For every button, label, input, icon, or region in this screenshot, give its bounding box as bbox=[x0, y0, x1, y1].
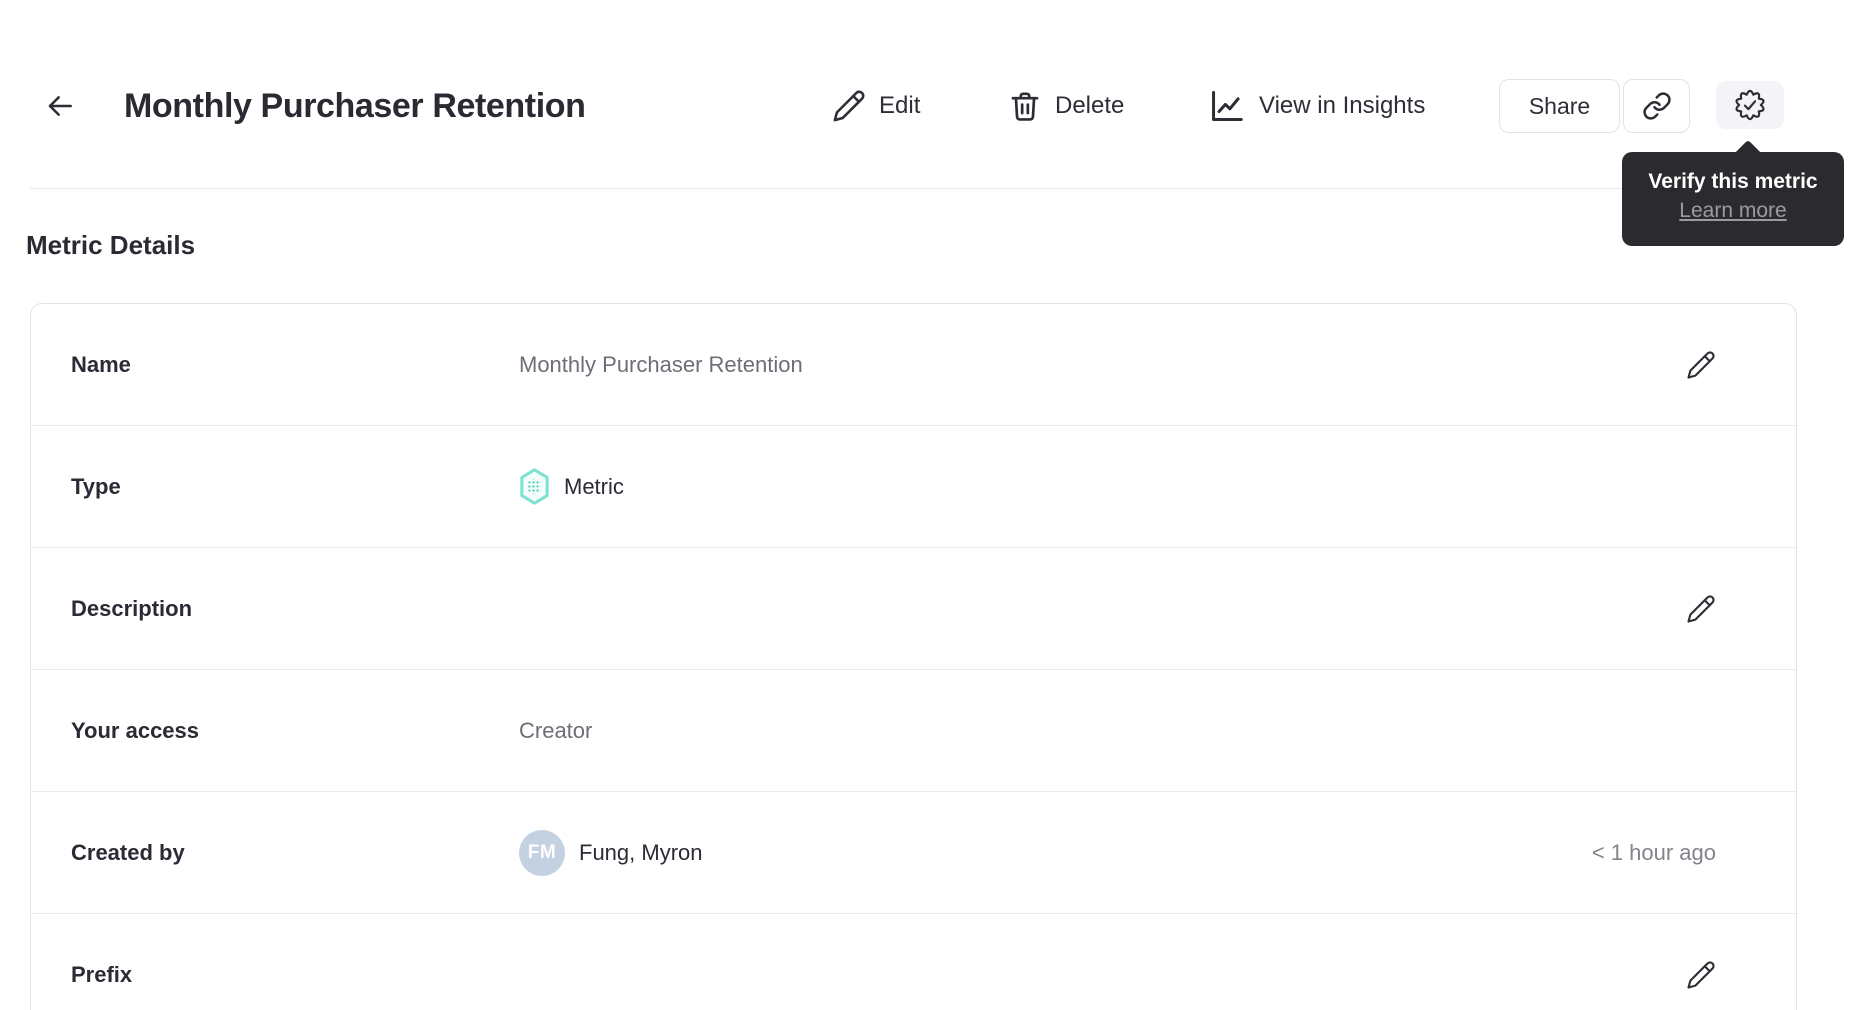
edit-description-button[interactable] bbox=[1686, 594, 1716, 624]
pencil-icon bbox=[833, 90, 865, 122]
avatar: FM bbox=[519, 829, 565, 876]
arrow-left-icon bbox=[48, 96, 72, 116]
page-title: Monthly Purchaser Retention bbox=[124, 87, 586, 125]
copy-link-button[interactable] bbox=[1623, 79, 1690, 133]
created-by-value: Fung, Myron bbox=[579, 839, 703, 865]
metric-type-value: Metric bbox=[564, 473, 624, 499]
header-divider bbox=[30, 188, 1820, 189]
verify-tooltip: Verify this metric Learn more bbox=[1622, 139, 1844, 246]
edit-button[interactable]: Edit bbox=[832, 86, 920, 126]
view-in-insights-label: View in Insights bbox=[1259, 92, 1426, 119]
edit-name-button[interactable] bbox=[1686, 350, 1716, 380]
row-your-access-label: Your access bbox=[71, 717, 200, 743]
your-access-value: Creator bbox=[519, 717, 593, 743]
row-your-access: Your access Creator bbox=[31, 670, 1796, 792]
row-description-label: Description bbox=[71, 595, 193, 621]
share-button[interactable]: Share bbox=[1499, 79, 1620, 133]
share-label: Share bbox=[1528, 92, 1591, 119]
metric-details-page: Monthly Purchaser Retention Edit Delete … bbox=[0, 0, 1850, 1010]
verified-badge-icon bbox=[1735, 89, 1765, 121]
row-description: Description bbox=[31, 548, 1796, 670]
verify-metric-button[interactable] bbox=[1716, 81, 1784, 129]
metric-hexagon-icon bbox=[520, 468, 549, 505]
row-created-by-label: Created by bbox=[71, 839, 185, 865]
back-button[interactable] bbox=[38, 84, 82, 128]
row-name: Name Monthly Purchaser Retention bbox=[31, 304, 1796, 426]
section-title: Metric Details bbox=[26, 230, 196, 260]
edit-prefix-button[interactable] bbox=[1686, 960, 1716, 990]
pencil-icon bbox=[1687, 961, 1715, 989]
row-prefix-label: Prefix bbox=[71, 962, 133, 987]
delete-label: Delete bbox=[1055, 92, 1125, 119]
tooltip-caret bbox=[1733, 139, 1763, 169]
edit-label: Edit bbox=[879, 92, 921, 119]
row-created-by: Created by FM Fung, Myron < 1 hour ago bbox=[31, 792, 1796, 914]
pencil-icon bbox=[1687, 594, 1715, 623]
trash-icon bbox=[1011, 92, 1039, 121]
metric-details-card: Name Monthly Purchaser Retention Type Me… bbox=[30, 303, 1797, 1010]
metric-name-value: Monthly Purchaser Retention bbox=[519, 351, 803, 377]
row-type-label: Type bbox=[71, 473, 121, 499]
tooltip-title: Verify this metric bbox=[1648, 170, 1818, 193]
view-in-insights-button[interactable]: View in Insights bbox=[1208, 86, 1425, 126]
link-icon bbox=[1642, 92, 1671, 120]
created-time-ago: < 1 hour ago bbox=[1591, 839, 1716, 865]
row-name-label: Name bbox=[71, 351, 131, 377]
row-prefix: Prefix bbox=[31, 914, 1796, 1010]
tooltip-learn-more-link[interactable]: Learn more bbox=[1679, 197, 1786, 225]
pencil-icon bbox=[1687, 350, 1715, 379]
line-chart-icon bbox=[1212, 91, 1243, 121]
delete-button[interactable]: Delete bbox=[1008, 86, 1124, 126]
row-type: Type Metric bbox=[31, 426, 1796, 548]
